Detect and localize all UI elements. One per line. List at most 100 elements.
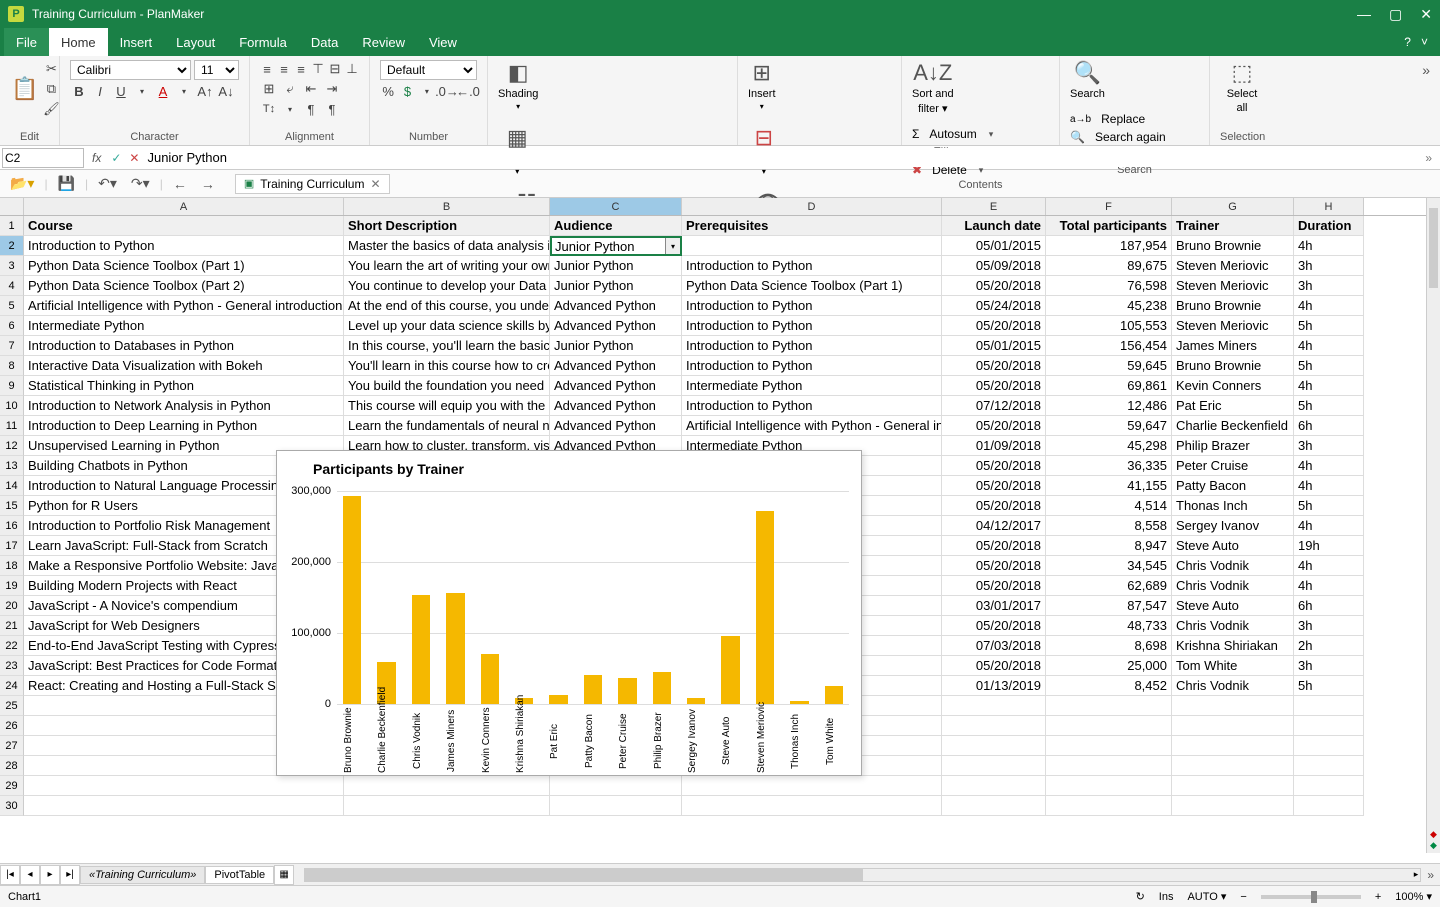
- cell[interactable]: 4h: [1294, 296, 1364, 316]
- cell[interactable]: Advanced Python: [550, 376, 682, 396]
- row-header[interactable]: 8: [0, 356, 24, 376]
- wrap-icon[interactable]: ⤶: [281, 80, 299, 98]
- menu-layout[interactable]: Layout: [164, 28, 227, 56]
- row-header[interactable]: 2: [0, 236, 24, 256]
- row-header[interactable]: 5: [0, 296, 24, 316]
- cell[interactable]: Python Data Science Toolbox (Part 1): [24, 256, 344, 276]
- cell[interactable]: Intermediate Python: [24, 316, 344, 336]
- cell[interactable]: [942, 756, 1046, 776]
- row-header[interactable]: 25: [0, 696, 24, 716]
- cell[interactable]: [1172, 756, 1294, 776]
- currency-dropdown-icon[interactable]: ▾: [419, 82, 435, 100]
- cell[interactable]: 05/09/2018: [942, 256, 1046, 276]
- forward-icon[interactable]: →: [197, 174, 219, 194]
- cell[interactable]: Introduction to Python: [682, 336, 942, 356]
- cell[interactable]: Pat Eric: [1172, 396, 1294, 416]
- cell[interactable]: [1294, 696, 1364, 716]
- cell[interactable]: [1172, 776, 1294, 796]
- cell[interactable]: 59,645: [1046, 356, 1172, 376]
- cell[interactable]: Steven Meriovic: [1172, 256, 1294, 276]
- cell[interactable]: Chris Vodnik: [1172, 556, 1294, 576]
- cell[interactable]: Introduction to Python: [682, 256, 942, 276]
- cell[interactable]: 105,553: [1046, 316, 1172, 336]
- cell[interactable]: [344, 796, 550, 816]
- select-all-button[interactable]: ⬚Selectall: [1220, 60, 1264, 114]
- cell[interactable]: Sergey Ivanov: [1172, 516, 1294, 536]
- cell[interactable]: Advanced Python: [550, 416, 682, 436]
- cell[interactable]: 2h: [1294, 636, 1364, 656]
- column-header-G[interactable]: G: [1172, 198, 1294, 215]
- align-bottom-icon[interactable]: ⊥: [345, 60, 359, 78]
- cell[interactable]: 4h: [1294, 336, 1364, 356]
- row-header[interactable]: 20: [0, 596, 24, 616]
- cell[interactable]: Chris Vodnik: [1172, 616, 1294, 636]
- align-middle-icon[interactable]: ⊟: [328, 60, 342, 78]
- tab-nav-prev[interactable]: ◂: [20, 865, 40, 885]
- cell[interactable]: [942, 696, 1046, 716]
- cell[interactable]: 25,000: [1046, 656, 1172, 676]
- cell[interactable]: 4h: [1294, 236, 1364, 256]
- cell[interactable]: Introduction to Python: [682, 316, 942, 336]
- search-again-button[interactable]: 🔍Search again: [1070, 130, 1166, 144]
- sheet-tab-pivot[interactable]: PivotTable: [205, 866, 274, 884]
- cell[interactable]: 01/13/2019: [942, 676, 1046, 696]
- status-ins[interactable]: Ins: [1159, 891, 1174, 903]
- cell[interactable]: Steven Meriovic: [1172, 276, 1294, 296]
- cell[interactable]: At the end of this course, you under: [344, 296, 550, 316]
- menu-review[interactable]: Review: [350, 28, 417, 56]
- cell[interactable]: Introduction to Deep Learning in Python: [24, 416, 344, 436]
- row-header[interactable]: 21: [0, 616, 24, 636]
- replace-button[interactable]: a→bReplace: [1070, 112, 1166, 126]
- cell[interactable]: Tom White: [1172, 656, 1294, 676]
- rtl-icon[interactable]: ¶: [302, 100, 320, 118]
- row-header[interactable]: 26: [0, 716, 24, 736]
- maximize-button[interactable]: ▢: [1389, 6, 1402, 23]
- formula-expand-icon[interactable]: »: [1417, 151, 1440, 165]
- chart[interactable]: Participants by Trainer 0100,000200,0003…: [276, 450, 862, 776]
- cell[interactable]: 8,558: [1046, 516, 1172, 536]
- row-header[interactable]: 3: [0, 256, 24, 276]
- align-top-icon[interactable]: ⊤: [311, 60, 325, 78]
- text-direction-icon[interactable]: T↕: [260, 100, 278, 118]
- formula-input[interactable]: [143, 148, 1417, 167]
- cell[interactable]: Junior Python: [550, 256, 682, 276]
- cell[interactable]: Introduction to Python: [682, 396, 942, 416]
- row-header[interactable]: 18: [0, 556, 24, 576]
- italic-icon[interactable]: I: [91, 82, 109, 100]
- zoom-out-button[interactable]: −: [1240, 891, 1246, 903]
- cell[interactable]: You build the foundation you need: [344, 376, 550, 396]
- cell[interactable]: 01/09/2018: [942, 436, 1046, 456]
- cell[interactable]: Artificial Intelligence with Python - Ge…: [24, 296, 344, 316]
- cell[interactable]: 41,155: [1046, 476, 1172, 496]
- currency-icon[interactable]: $: [399, 82, 415, 100]
- sheet-tab-training[interactable]: «Training Curriculum»: [80, 866, 205, 884]
- cell[interactable]: 34,545: [1046, 556, 1172, 576]
- column-header-A[interactable]: A: [24, 198, 344, 215]
- cell[interactable]: [1294, 716, 1364, 736]
- cell[interactable]: 62,689: [1046, 576, 1172, 596]
- shrink-font-icon[interactable]: A↓: [217, 82, 235, 100]
- row-header[interactable]: 28: [0, 756, 24, 776]
- text-direction-dropdown-icon[interactable]: ▾: [281, 100, 299, 118]
- cell[interactable]: 05/20/2018: [942, 456, 1046, 476]
- cell[interactable]: [1172, 736, 1294, 756]
- row-header[interactable]: 23: [0, 656, 24, 676]
- document-tab[interactable]: ▣ Training Curriculum ✕: [235, 174, 390, 194]
- cell[interactable]: [1046, 796, 1172, 816]
- header-cell[interactable]: Prerequisites: [682, 216, 942, 236]
- cell[interactable]: Level up your data science skills by: [344, 316, 550, 336]
- cell[interactable]: [1172, 796, 1294, 816]
- cell[interactable]: 6h: [1294, 596, 1364, 616]
- row-header[interactable]: 24: [0, 676, 24, 696]
- cell[interactable]: [344, 776, 550, 796]
- menu-home[interactable]: Home: [49, 28, 108, 56]
- cell[interactable]: [24, 776, 344, 796]
- cell[interactable]: Chris Vodnik: [1172, 676, 1294, 696]
- indent-inc-icon[interactable]: ⇥: [323, 80, 341, 98]
- status-auto[interactable]: AUTO ▾: [1187, 890, 1226, 903]
- cell[interactable]: Bruno Brownie: [1172, 296, 1294, 316]
- paste-icon[interactable]: 📋: [10, 73, 39, 105]
- cell[interactable]: 05/01/2015: [942, 336, 1046, 356]
- ribbon-toggle-icon[interactable]: ˅: [1421, 35, 1428, 49]
- cell[interactable]: [24, 796, 344, 816]
